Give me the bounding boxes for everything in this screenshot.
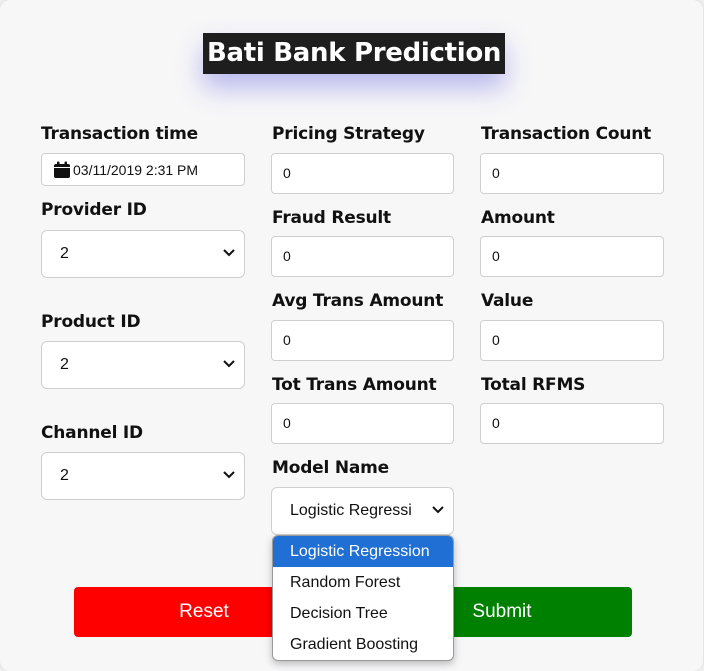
- value-label: Value: [481, 291, 534, 311]
- product-id-label: Product ID: [41, 312, 141, 332]
- pricing-strategy-label: Pricing Strategy: [272, 124, 425, 144]
- product-id-value: 2: [60, 356, 69, 373]
- tot-trans-amount-label: Tot Trans Amount: [272, 375, 437, 395]
- model-option[interactable]: Logistic Regression: [273, 536, 453, 567]
- model-name-value: Logistic Regressi: [290, 502, 412, 519]
- product-id-select[interactable]: 2: [41, 341, 245, 389]
- tot-trans-amount-input[interactable]: 0: [271, 403, 454, 444]
- value-input[interactable]: 0: [480, 320, 664, 361]
- avg-trans-amount-input[interactable]: 0: [271, 320, 454, 361]
- chevron-down-icon: [432, 506, 444, 514]
- transaction-time-label: Transaction time: [41, 124, 199, 144]
- chevron-down-icon: [223, 249, 235, 257]
- model-name-label: Model Name: [272, 458, 389, 478]
- amount-label: Amount: [481, 208, 555, 228]
- chevron-down-icon: [223, 471, 235, 479]
- model-name-dropdown: Logistic Regression Random Forest Decisi…: [272, 535, 454, 661]
- fraud-result-label: Fraud Result: [272, 208, 391, 228]
- pricing-strategy-input[interactable]: 0: [271, 153, 454, 194]
- chevron-down-icon: [223, 360, 235, 368]
- total-rfms-label: Total RFMS: [481, 375, 586, 395]
- prediction-form-card: Bati Bank Prediction Transaction time 03…: [0, 0, 703, 671]
- channel-id-select[interactable]: 2: [41, 452, 245, 500]
- page-title: Bati Bank Prediction: [203, 33, 506, 74]
- avg-trans-amount-label: Avg Trans Amount: [272, 291, 444, 311]
- channel-id-value: 2: [60, 467, 69, 484]
- amount-input[interactable]: 0: [480, 236, 664, 277]
- transaction-count-input[interactable]: 0: [480, 153, 664, 194]
- calendar-icon[interactable]: [53, 161, 71, 179]
- total-rfms-input[interactable]: 0: [480, 403, 664, 444]
- transaction-time-value: 03/11/2019 2:31 PM: [73, 161, 199, 178]
- model-option[interactable]: Random Forest: [273, 567, 453, 598]
- model-option[interactable]: Decision Tree: [273, 598, 453, 629]
- transaction-time-input[interactable]: 03/11/2019 2:31 PM: [41, 153, 245, 186]
- model-name-select[interactable]: Logistic Regressi: [271, 487, 454, 535]
- provider-id-select[interactable]: 2: [41, 230, 245, 278]
- transaction-count-label: Transaction Count: [481, 124, 652, 144]
- provider-id-value: 2: [60, 245, 69, 262]
- model-option[interactable]: Gradient Boosting: [273, 629, 453, 660]
- provider-id-label: Provider ID: [41, 200, 147, 220]
- fraud-result-input[interactable]: 0: [271, 236, 454, 277]
- channel-id-label: Channel ID: [41, 423, 143, 443]
